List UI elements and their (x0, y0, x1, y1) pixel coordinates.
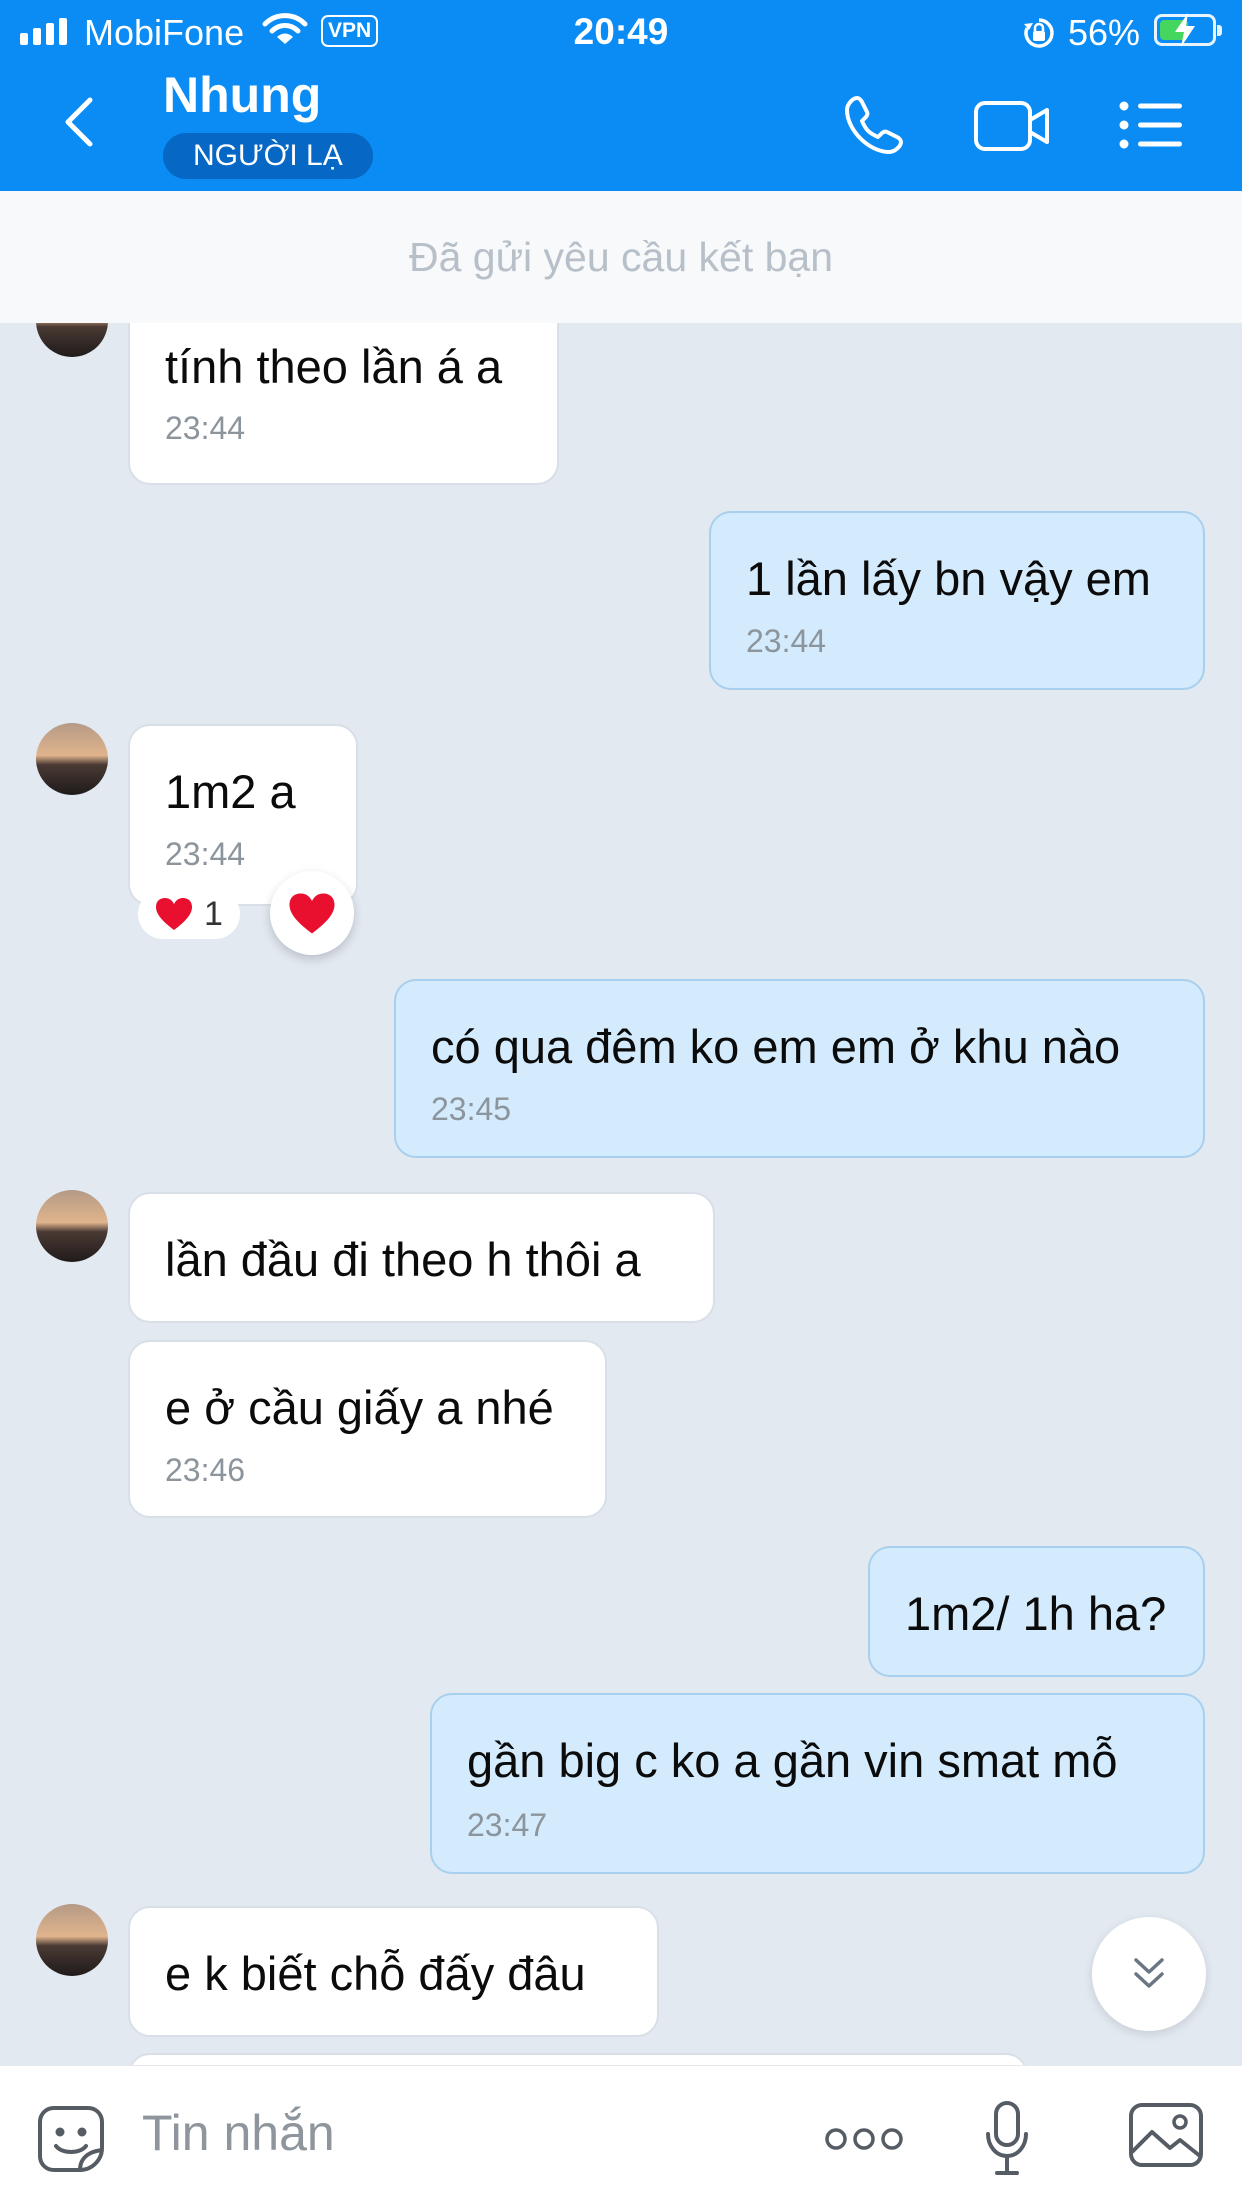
message-time: 23:44 (165, 836, 246, 872)
reaction-summary[interactable]: 1 (138, 889, 240, 939)
friend-request-notice: Đã gửi yêu cầu kết bạn (0, 191, 1242, 323)
message-bubble[interactable]: lần đầu đi theo h thôi a (128, 1192, 715, 1323)
avatar[interactable] (36, 323, 108, 357)
heart-icon (289, 893, 335, 933)
contact-name[interactable]: Nhung (163, 66, 321, 124)
message-bubble[interactable]: tính theo lần á a 23:44 (128, 323, 559, 485)
more-icon[interactable] (824, 2126, 904, 2152)
sticker-icon[interactable] (36, 2104, 106, 2174)
message-time: 23:47 (467, 1807, 548, 1843)
message-input-bar: Tin nhắn (0, 2065, 1242, 2208)
message-text: e k biết chỗ đấy đâu (165, 1947, 586, 2000)
message-bubble[interactable]: có qua đêm ko em em ở khu nào 23:45 (394, 979, 1205, 1158)
double-chevron-down-icon (1134, 1958, 1164, 1988)
battery-icon (1154, 13, 1222, 47)
message-bubble[interactable]: e ở cầu giấy a nhé 23:46 (128, 1340, 607, 1518)
message-text: 1m2 a (165, 765, 296, 818)
rotation-lock-icon (1024, 18, 1054, 48)
phone-icon[interactable] (843, 94, 905, 156)
avatar[interactable] (36, 1190, 108, 1262)
message-bubble[interactable]: gần big c ko a gần vin smat mỗ 23:47 (430, 1693, 1205, 1874)
message-text: gần big c ko a gần vin smat mỗ (467, 1734, 1118, 1787)
heart-icon (156, 898, 192, 930)
message-text: có qua đêm ko em em ở khu nào (431, 1020, 1121, 1073)
message-time: 23:45 (431, 1091, 512, 1127)
message-text: lần đầu đi theo h thôi a (165, 1233, 641, 1286)
message-bubble-partial (128, 2053, 1028, 2065)
reaction-count: 1 (204, 894, 223, 933)
message-bubble[interactable]: e k biết chỗ đấy đâu (128, 1906, 659, 2037)
stranger-tag: NGƯỜI LẠ (163, 133, 373, 179)
back-chevron-icon[interactable] (62, 96, 94, 148)
message-text: 1m2/ 1h ha? (905, 1587, 1167, 1640)
avatar[interactable] (36, 1904, 108, 1976)
top-bar: MobiFone VPN 20:49 56% Nhung NGƯỜI LẠ (0, 0, 1242, 191)
react-button[interactable] (270, 871, 354, 955)
microphone-icon[interactable] (984, 2100, 1030, 2178)
message-bubble[interactable]: 1m2/ 1h ha? (868, 1546, 1205, 1677)
message-bubble[interactable]: 1 lần lấy bn vậy em 23:44 (709, 511, 1205, 690)
message-list[interactable]: tính theo lần á a 23:44 1 lần lấy bn vậy… (0, 323, 1242, 2065)
video-call-icon[interactable] (973, 98, 1051, 154)
message-time: 23:46 (165, 1452, 246, 1488)
battery-percent: 56% (1068, 12, 1141, 53)
message-text: tính theo lần á a (165, 340, 503, 393)
message-input[interactable]: Tin nhắn (142, 2104, 335, 2162)
status-bar: MobiFone VPN 20:49 56% (0, 0, 1242, 62)
message-text: e ở cầu giấy a nhé (165, 1381, 554, 1434)
menu-icon[interactable] (1118, 100, 1184, 150)
avatar[interactable] (36, 723, 108, 795)
scroll-to-bottom-button[interactable] (1092, 1917, 1206, 2031)
image-icon[interactable] (1128, 2102, 1204, 2168)
message-time: 23:44 (165, 410, 246, 446)
message-text: 1 lần lấy bn vậy em (746, 552, 1151, 605)
message-time: 23:44 (746, 623, 827, 659)
